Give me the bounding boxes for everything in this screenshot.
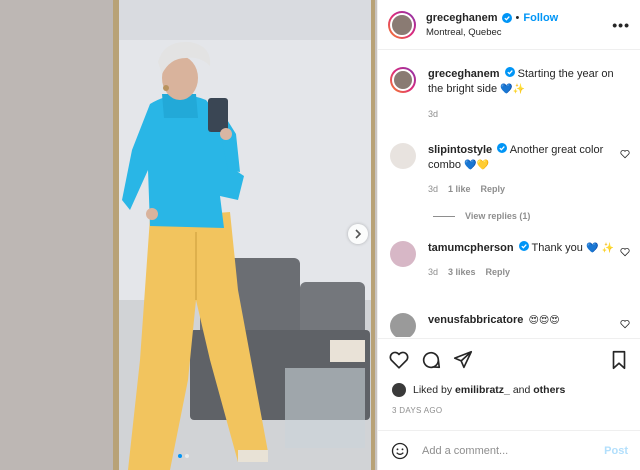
chevron-right-icon <box>355 229 362 239</box>
verified-icon <box>501 12 512 23</box>
heart-icon[interactable] <box>620 247 630 257</box>
post-photo[interactable] <box>0 0 377 470</box>
separator-dot: • <box>515 11 520 24</box>
comment-item: venusfabbricatore 😍😍😍 <box>390 313 630 337</box>
caption-age[interactable]: 3d <box>428 107 438 122</box>
post-location[interactable]: Montreal, Quebec <box>426 27 612 38</box>
follow-button[interactable]: Follow <box>523 12 558 24</box>
comment-username[interactable]: venusfabbricatore <box>428 314 523 326</box>
post-actions <box>378 338 640 380</box>
comment-emojis: 💙💛 <box>464 160 489 171</box>
commenter-avatar[interactable] <box>390 313 416 337</box>
comment-icon[interactable] <box>420 349 442 371</box>
comments-list: greceghanem Starting the year on the bri… <box>378 51 640 337</box>
verified-icon <box>518 241 529 251</box>
liked-by-others[interactable]: others <box>533 384 565 396</box>
post-dialog: greceghanem • Follow Montreal, Quebec ••… <box>0 0 640 470</box>
commenter-avatar[interactable] <box>390 241 416 267</box>
liker-avatar[interactable] <box>392 383 406 397</box>
reply-button[interactable]: Reply <box>486 265 511 280</box>
add-comment-bar: Post <box>378 430 640 470</box>
post-date[interactable]: 3 DAYS AGO <box>392 406 442 415</box>
view-replies-button[interactable]: View replies (1) <box>433 211 530 221</box>
verified-icon <box>504 67 515 77</box>
comment-input[interactable] <box>422 444 605 457</box>
comment-text: Thank you <box>531 242 583 254</box>
caption: greceghanem Starting the year on the bri… <box>390 67 630 122</box>
verified-icon <box>497 143 508 153</box>
liked-by-prefix: Liked by <box>413 384 453 396</box>
caption-avatar[interactable] <box>390 67 416 93</box>
author-avatar[interactable] <box>388 10 416 39</box>
more-options-button[interactable]: ••• <box>612 17 630 33</box>
bookmark-icon[interactable] <box>608 349 630 371</box>
mirror-selfie-image <box>0 0 377 470</box>
carousel-dot <box>185 454 189 458</box>
view-replies-label: View replies (1) <box>465 211 531 221</box>
post-details-panel: greceghanem • Follow Montreal, Quebec ••… <box>377 0 640 470</box>
carousel-dot-active <box>178 454 182 458</box>
comment-emojis: 😍😍😍 <box>528 315 560 326</box>
comment-emojis: 💙 ✨ <box>585 243 615 254</box>
liked-by-joiner: and <box>512 384 531 396</box>
comment-likes[interactable]: 3 likes <box>448 265 476 280</box>
comment-username[interactable]: slipintostyle <box>428 144 492 156</box>
comment-age[interactable]: 3d <box>428 265 438 280</box>
heart-icon[interactable] <box>620 149 630 159</box>
heart-icon[interactable] <box>388 349 410 371</box>
author-username[interactable]: greceghanem <box>426 12 498 24</box>
commenter-avatar[interactable] <box>390 143 416 169</box>
caption-username[interactable]: greceghanem <box>428 68 500 80</box>
reply-button[interactable]: Reply <box>481 182 506 197</box>
comment-item: tamumcpherson Thank you 💙 ✨ 3d 3 likes R… <box>390 241 630 280</box>
next-photo-button[interactable] <box>348 224 368 244</box>
post-comment-button[interactable]: Post <box>604 445 628 457</box>
heart-icon[interactable] <box>620 319 630 329</box>
emoji-icon[interactable] <box>390 441 410 461</box>
caption-emojis: 💙✨ <box>500 84 526 95</box>
post-header: greceghanem • Follow Montreal, Quebec ••… <box>378 0 640 50</box>
comment-item: slipintostyle Another great color combo … <box>390 143 630 197</box>
comment-likes[interactable]: 1 like <box>448 182 471 197</box>
share-icon[interactable] <box>452 349 474 371</box>
liked-by-user[interactable]: emilibratz_ <box>455 384 510 396</box>
comment-username[interactable]: tamumcpherson <box>428 242 514 254</box>
carousel-indicator <box>178 454 189 458</box>
comment-age[interactable]: 3d <box>428 182 438 197</box>
liked-by-summary: Liked by emilibratz_ and others <box>392 383 565 397</box>
